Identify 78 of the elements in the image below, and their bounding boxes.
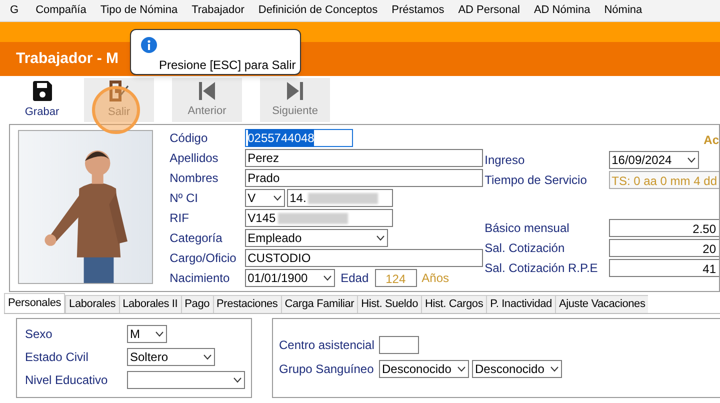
field-label: Edad [340, 270, 369, 287]
menu-item[interactable]: AD Personal [451, 2, 527, 19]
field-label: Nacimiento [170, 270, 231, 287]
tab[interactable]: Pago [180, 295, 213, 313]
tab[interactable]: Carga Familiar [280, 295, 358, 313]
field-label: Categoría [170, 230, 224, 247]
menu-item[interactable]: AD Nómina [526, 2, 598, 19]
field-label: Sal. Cotización R.P.E [484, 260, 599, 277]
dropdown[interactable]: V [244, 189, 285, 207]
tab[interactable]: Laborales II [118, 295, 181, 313]
input-field[interactable]: CUSTODIO [244, 249, 483, 267]
readonly-field: TS: 0 aa 0 mm 4 dd [608, 171, 719, 189]
caret-icon [376, 235, 385, 241]
input-field[interactable]: 2.50 [608, 219, 719, 237]
caret-icon [322, 275, 332, 281]
window-title: Trabajador - M [16, 48, 119, 69]
caret-icon [203, 354, 212, 360]
input-field[interactable]: 20 [608, 239, 719, 257]
dropdown[interactable]: Empleado [244, 229, 388, 247]
menu-item[interactable]: Definición de Conceptos [251, 2, 385, 19]
field-label: RIF [170, 210, 190, 227]
tab[interactable]: Hist. Sueldo [357, 295, 422, 313]
caret-icon [155, 331, 164, 337]
field-label: Sexo [25, 326, 54, 343]
field-label: Grupo Sanguíneo [279, 361, 375, 378]
field-label: Centro asistencial [279, 337, 376, 354]
age-field: 124 [374, 269, 417, 287]
field-label: Nombres [170, 170, 220, 187]
input-field[interactable]: 14. [286, 189, 393, 207]
dropdown[interactable]: Soltero [127, 348, 215, 366]
field-label: Ingreso [484, 152, 526, 169]
tab[interactable]: Ajuste Vacaciones [554, 295, 648, 313]
skip-back-icon [198, 80, 216, 101]
tab[interactable]: Personales [4, 293, 66, 313]
floppy-icon [31, 80, 53, 102]
dropdown[interactable]: Desconocido [472, 360, 562, 378]
field-label: Apellidos [170, 150, 220, 167]
menu-item[interactable]: Trabajador [184, 2, 252, 19]
field-label: Nivel Educativo [25, 372, 109, 389]
field-label: Tiempo de Servicio [484, 172, 588, 189]
field-label: Básico mensual [484, 220, 570, 237]
caret-icon [550, 366, 559, 372]
exit-door-icon [108, 80, 130, 102]
caret-icon [272, 195, 282, 201]
menu-item[interactable]: Tipo de Nómina [93, 2, 185, 19]
dropdown[interactable]: M [127, 325, 167, 343]
menu-item[interactable]: G [0, 2, 29, 19]
input-field[interactable]: Perez [244, 149, 483, 167]
field-label: Estado Civil [25, 349, 90, 366]
toolbar-button[interactable]: Grabar [18, 78, 66, 122]
menu-item[interactable]: Nómina [597, 2, 650, 19]
info-icon [141, 37, 157, 53]
date-picker[interactable]: 16/09/2024 [608, 151, 699, 169]
input-field[interactable] [379, 336, 419, 354]
field-label: Sal. Cotización [484, 240, 566, 257]
dropdown[interactable]: Desconocido [379, 360, 469, 378]
input-field[interactable]: 0255744048 [244, 129, 353, 147]
tooltip-text: Presione [ESC] para Salir [159, 57, 296, 74]
input-field[interactable]: 41 [608, 259, 719, 277]
age-unit: Años [422, 270, 449, 287]
status-text: Ac [704, 132, 719, 149]
tab[interactable]: Hist. Cargos [421, 295, 486, 313]
field-label: Nº CI [170, 190, 199, 207]
caret-icon [457, 366, 466, 372]
menu-item[interactable]: Préstamos [384, 2, 452, 19]
tab[interactable]: Laborales [65, 295, 119, 313]
tab[interactable]: P. Inactividad [486, 295, 555, 313]
input-field[interactable]: V145 [244, 209, 393, 227]
date-picker[interactable]: 01/01/1900 [244, 269, 335, 287]
menu-item[interactable]: Compañía [28, 2, 94, 19]
skip-forward-icon [286, 80, 304, 101]
input-field[interactable]: Prado [244, 169, 483, 187]
dropdown[interactable] [127, 371, 245, 389]
field-label: Cargo/Oficio [170, 250, 238, 267]
caret-icon [686, 157, 696, 163]
field-label: Código [170, 130, 209, 147]
caret-icon [233, 377, 242, 383]
tab[interactable]: Prestaciones [212, 295, 281, 313]
